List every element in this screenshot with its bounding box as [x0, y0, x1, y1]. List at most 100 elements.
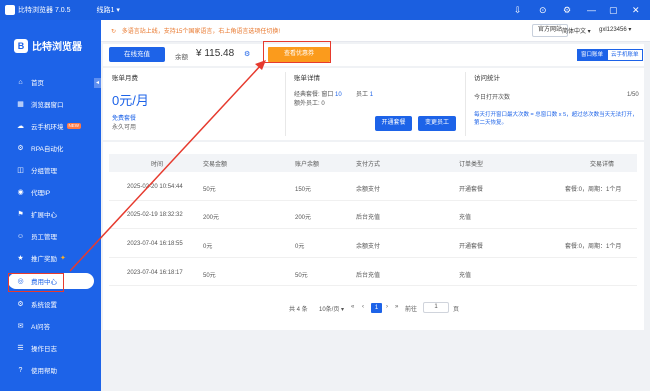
- target-icon[interactable]: ⊙: [539, 4, 547, 16]
- sidebar-item-staff[interactable]: ☺ 员工管理: [0, 228, 101, 244]
- cell-balance: 150元: [295, 187, 312, 193]
- brand-logo-icon: B: [14, 38, 28, 53]
- group-icon: ◫: [17, 166, 24, 174]
- cell-balance: 50元: [295, 273, 308, 279]
- package-staff-label: 员工: [356, 92, 369, 98]
- sidebar-item-rpa[interactable]: ⚙ RPA自动化: [0, 140, 101, 156]
- pager-prev[interactable]: ‹: [362, 304, 364, 310]
- bill-tabs: 窗口账单 云手机账单: [577, 49, 643, 61]
- settings-icon[interactable]: ⚙: [563, 4, 571, 16]
- language-select[interactable]: 简体中文 ▾: [562, 26, 591, 35]
- cloud-icon: ☁: [17, 122, 24, 130]
- package-windows: 经典套餐: 窗口 10: [294, 89, 342, 98]
- minimize-button[interactable]: —: [587, 4, 596, 16]
- coupons-highlight-box: [263, 41, 331, 63]
- pager-current-page[interactable]: 1: [371, 303, 382, 313]
- column-header: 时间: [151, 162, 164, 168]
- table-row: 2023-07-04 16:18:55 0元 0元 余额支付 开通套餐 套餐:0…: [109, 233, 637, 258]
- cell-type: 充值: [459, 215, 472, 221]
- cell-method: 后台充值: [356, 273, 381, 279]
- pager-total: 共 4 条: [289, 307, 308, 313]
- column-header: 订单类型: [459, 162, 484, 168]
- pager-page-size[interactable]: 10条/页 ▾: [319, 304, 344, 313]
- sidebar-item-label: 使用帮助: [31, 368, 57, 375]
- cell-time: 2025-02-19 18:32:32: [127, 212, 183, 218]
- log-icon: ☰: [17, 344, 24, 352]
- close-button[interactable]: ✕: [632, 4, 640, 16]
- card-divider: [465, 72, 466, 136]
- download-icon[interactable]: ⇩: [514, 4, 522, 16]
- cell-type: 开通套餐: [459, 187, 484, 193]
- rpa-icon: ⚙: [17, 144, 24, 152]
- sidebar-item-label: 首页: [31, 80, 44, 87]
- maximize-button[interactable]: ▢: [609, 4, 618, 16]
- sidebar-item-label: 浏览器窗口: [31, 102, 64, 109]
- sidebar: B 比特浏览器 ◂ ⌂ 首页 ▦ 浏览器窗口 ☁ 云手机环境 NEW ⚙ RPA…: [0, 20, 101, 391]
- user-menu[interactable]: gxl123456 ▾: [599, 26, 631, 33]
- extension-icon: ⚑: [17, 210, 24, 218]
- cell-amount: 50元: [203, 273, 216, 279]
- cell-method: 后台充值: [356, 215, 381, 221]
- package-name: 免费套餐: [112, 116, 137, 122]
- balance-bar: 在线充值 余额 ¥ 115.48 ⚙ 查看优惠券 窗口账单 云手机账单: [103, 44, 644, 66]
- monthly-fee-title: 账单月费: [112, 75, 138, 82]
- pager-goto-input[interactable]: 1: [423, 302, 449, 313]
- sidebar-item-logs[interactable]: ☰ 操作日志: [0, 340, 101, 356]
- pager-last[interactable]: »: [395, 304, 398, 310]
- monthly-fee-value: 0元/月: [112, 93, 149, 108]
- pager-page-label: 页: [453, 307, 460, 313]
- package-windows-value: 10: [335, 92, 342, 98]
- window-icon: ▦: [17, 100, 24, 108]
- summary-cards: 账单月费 0元/月 免费套餐 永久可用 账单详情 经典套餐: 窗口 10 员工 …: [103, 68, 644, 140]
- app-logo-icon: [5, 5, 15, 15]
- sidebar-item-ai-qa[interactable]: ✉ AI问答: [0, 318, 101, 334]
- cell-amount: 50元: [203, 187, 216, 193]
- cell-method: 余额支付: [356, 244, 381, 250]
- line-select[interactable]: 线路1 ▾: [97, 5, 120, 15]
- brand: B 比特浏览器: [14, 38, 82, 53]
- sidebar-item-label: 推广奖励: [31, 256, 57, 263]
- sidebar-item-home[interactable]: ⌂ 首页: [0, 74, 101, 90]
- sidebar-item-proxy-ip[interactable]: ◉ 代理IP: [0, 184, 101, 200]
- sidebar-item-label: 操作日志: [31, 346, 57, 353]
- sidebar-item-settings[interactable]: ⚙ 系统设置: [0, 296, 101, 312]
- change-staff-button[interactable]: 变更员工: [418, 116, 456, 131]
- gear-icon: ⚙: [17, 300, 24, 308]
- app-title: 比特浏览器 7.0.5: [18, 7, 71, 14]
- table-row: 2025-02-20 10:54:44 50元 150元 余额支付 开通套餐 套…: [109, 176, 637, 201]
- card-divider: [285, 72, 286, 136]
- recharge-button[interactable]: 在线充值: [109, 47, 165, 62]
- cell-method: 余额支付: [356, 187, 381, 193]
- sidebar-item-label: RPA自动化: [31, 146, 64, 153]
- sidebar-item-label: 云手机环境: [31, 124, 64, 131]
- cell-amount: 0元: [203, 244, 213, 250]
- column-header: 交易详情: [590, 162, 615, 168]
- sidebar-item-label: 系统设置: [31, 302, 57, 309]
- package-duration: 永久可用: [112, 125, 137, 131]
- sidebar-item-groups[interactable]: ◫ 分组管理: [0, 162, 101, 178]
- reward-icon: ★: [17, 254, 24, 262]
- today-opens-value: 1/50: [627, 92, 639, 98]
- balance-label: 余额: [175, 54, 188, 61]
- sidebar-item-extensions[interactable]: ⚑ 扩展中心: [0, 206, 101, 222]
- sidebar-item-help[interactable]: ? 使用帮助: [0, 362, 101, 378]
- cell-time: 2023-07-04 16:18:17: [127, 270, 183, 276]
- sidebar-item-label: 员工管理: [31, 234, 57, 241]
- table-row: 2023-07-04 16:18:17 50元 50元 后台充值 充值: [109, 261, 637, 286]
- sidebar-item-referral[interactable]: ★ 推广奖励 ✦: [0, 250, 101, 266]
- pager-first[interactable]: «: [351, 304, 354, 310]
- title-bar: 比特浏览器 7.0.5 线路1 ▾ ⇩ ⊙ ⚙ — ▢ ✕: [0, 0, 650, 20]
- tab-window-bill[interactable]: 窗口账单: [577, 49, 608, 61]
- billing-highlight-box: [8, 273, 64, 292]
- sidebar-item-browser-window[interactable]: ▦ 浏览器窗口: [0, 96, 101, 112]
- visit-rule-note: 每天打开窗口最大次数 = 总窗口数 x 5，超过总次数当天无法打开，第二天恢复。: [474, 112, 638, 126]
- staff-icon: ☺: [16, 232, 25, 240]
- pager-next[interactable]: ›: [386, 304, 388, 310]
- extra-staff: 额外员工: 0: [294, 101, 325, 107]
- sidebar-item-cloud-phone[interactable]: ☁ 云手机环境 NEW: [0, 118, 101, 134]
- balance-refresh-icon[interactable]: ⚙: [244, 50, 250, 58]
- tab-phone-bill[interactable]: 云手机账单: [607, 49, 643, 61]
- table-row: 2025-02-19 18:32:32 200元 200元 后台充值 充值: [109, 204, 637, 229]
- open-package-button[interactable]: 开通套餐: [375, 116, 412, 131]
- package-staff-value: 1: [369, 92, 374, 98]
